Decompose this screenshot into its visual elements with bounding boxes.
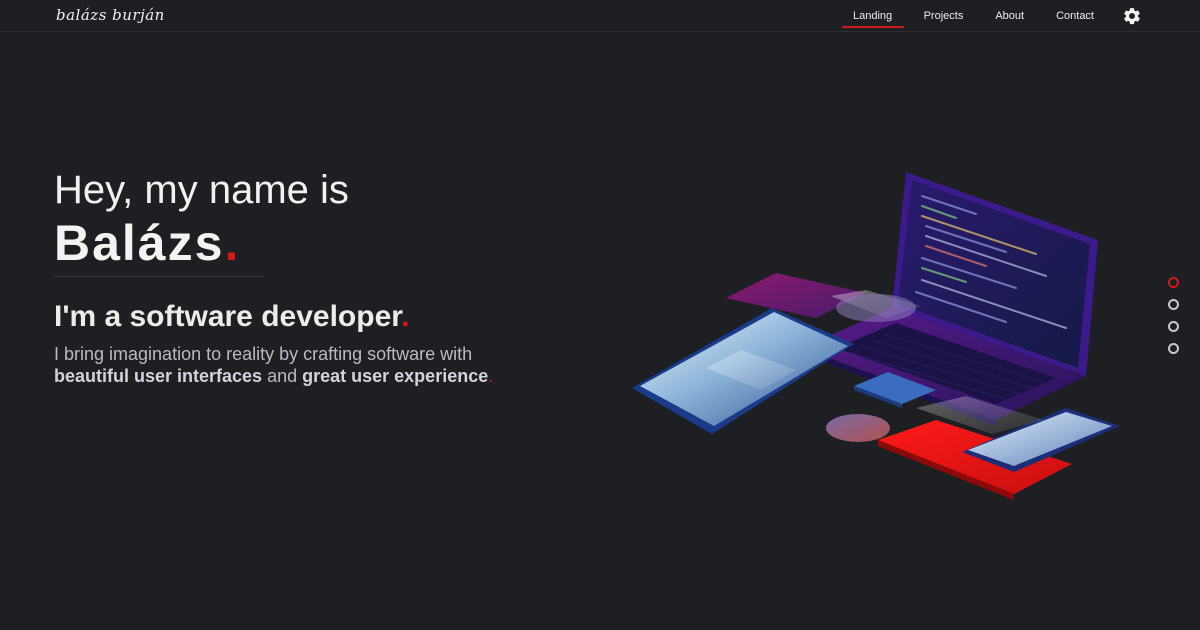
accent-dot: . [488, 366, 494, 386]
gear-icon [1124, 8, 1140, 25]
role-prefix: I'm a [54, 300, 130, 333]
desc-part-1: I bring imagination to reality by crafti… [54, 344, 473, 364]
pager-dot-contact[interactable] [1168, 343, 1179, 354]
nav-item-about[interactable]: About [981, 0, 1038, 32]
settings-button[interactable] [1122, 6, 1142, 26]
nav-item-landing[interactable]: Landing [841, 0, 904, 32]
role-heading: I'm a software developer. [54, 299, 534, 335]
site-logo[interactable]: balázs burján [56, 6, 165, 24]
section-pager [1168, 277, 1179, 354]
accent-dot: . [224, 215, 241, 271]
devices-illustration [632, 172, 1120, 500]
desc-part-2: and [262, 366, 303, 386]
pager-dot-projects[interactable] [1168, 299, 1179, 310]
nav-item-contact[interactable]: Contact [1042, 0, 1108, 32]
hero-section: Hey, my name is Balázs. I'm a software d… [54, 166, 534, 387]
name-divider [54, 276, 264, 277]
name-heading: Balázs. [54, 214, 262, 274]
name-text: Balázs [54, 215, 225, 271]
nav-item-projects[interactable]: Projects [910, 0, 978, 32]
accent-dot: . [401, 300, 410, 333]
pager-dot-about[interactable] [1168, 321, 1179, 332]
role-title: software developer [129, 300, 402, 333]
desc-highlight-2: great user experience [302, 366, 489, 386]
hero-description: I bring imagination to reality by crafti… [54, 343, 494, 387]
pager-dot-landing[interactable] [1168, 277, 1179, 288]
main-nav: Landing Projects About Contact [841, 0, 1200, 32]
greeting-heading: Hey, my name is [54, 168, 349, 212]
desc-highlight-1: beautiful user interfaces [54, 366, 263, 386]
top-navigation-bar: balázs burján Landing Projects About Con… [0, 0, 1200, 32]
